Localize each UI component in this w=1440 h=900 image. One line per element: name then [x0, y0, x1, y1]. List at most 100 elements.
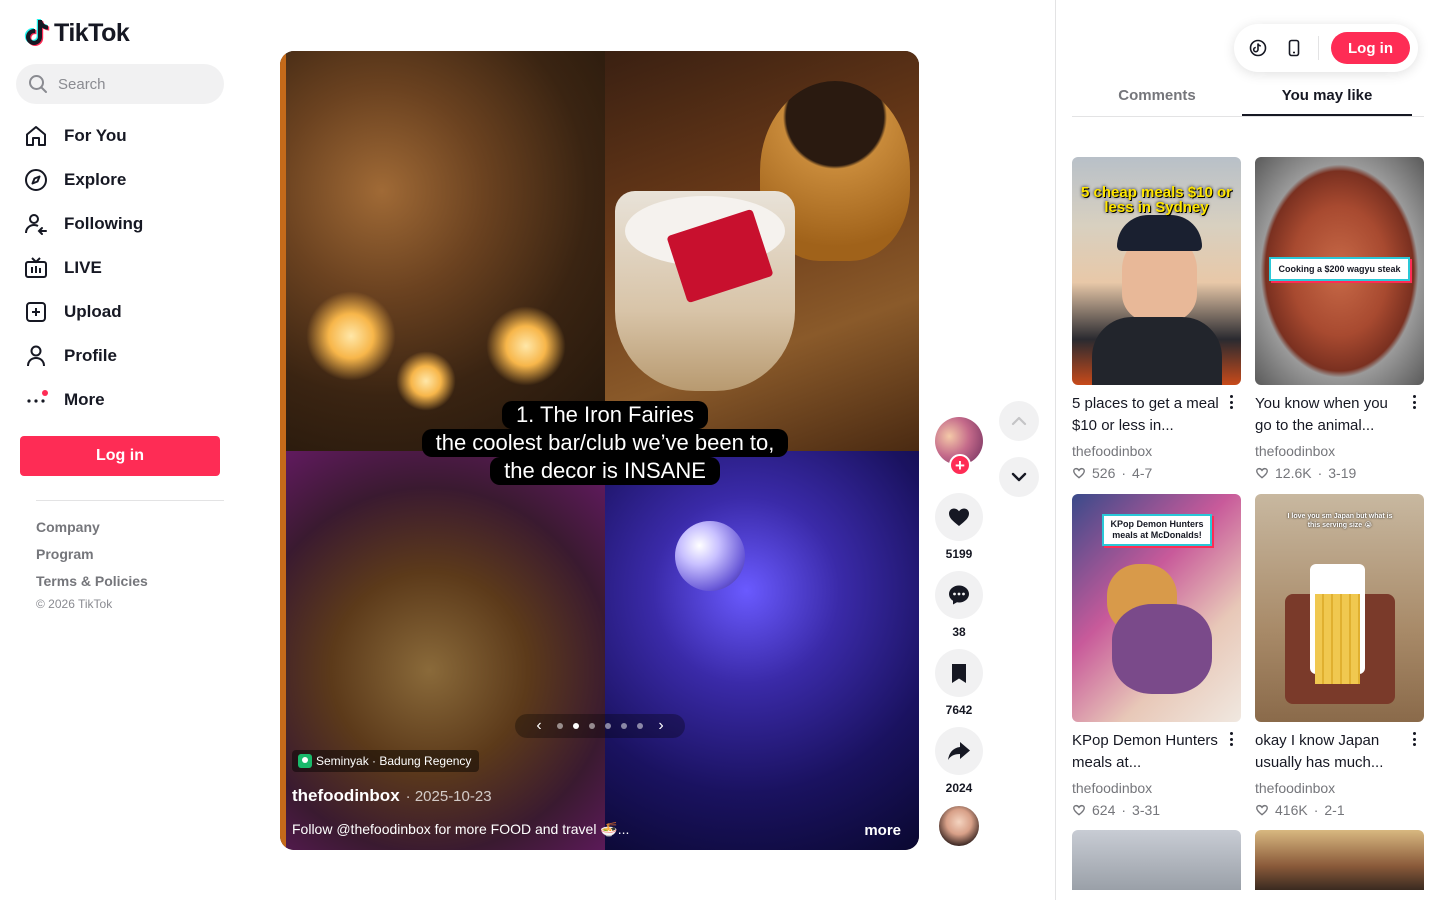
slide-dot[interactable] — [557, 723, 563, 729]
nav-item-profile[interactable]: Profile — [20, 334, 230, 378]
video-card[interactable]: KPop Demon Hunters meals at McDonalds! K… — [1072, 494, 1241, 820]
search-input[interactable] — [58, 75, 208, 93]
share-button[interactable] — [935, 727, 983, 775]
search-bar[interactable] — [16, 64, 224, 104]
thumbnail-caption: I love you sm Japan but what is this ser… — [1287, 513, 1393, 529]
slide-dot[interactable] — [605, 723, 611, 729]
video-player[interactable]: 1. The Iron Fairies the coolest bar/club… — [280, 51, 919, 850]
card-likes: 624 — [1092, 802, 1116, 818]
like-button[interactable] — [935, 493, 983, 541]
header-login-button[interactable]: Log in — [1331, 32, 1410, 64]
card-author[interactable]: thefoodinbox — [1255, 443, 1424, 463]
slide-dot-active[interactable] — [573, 723, 579, 729]
sidebar-divider — [36, 500, 224, 501]
card-title[interactable]: 5 places to get a meal $10 or less in... — [1072, 393, 1222, 437]
caption-line: 1. The Iron Fairies — [501, 401, 709, 429]
card-options-icon[interactable] — [1225, 395, 1237, 409]
bookmark-icon — [952, 664, 966, 683]
card-title-row: okay I know Japan usually has much... — [1255, 730, 1424, 776]
next-video-button[interactable] — [999, 457, 1039, 497]
nav-item-following[interactable]: Following — [20, 202, 230, 246]
card-options-icon[interactable] — [1408, 732, 1420, 746]
follow-button[interactable]: + — [949, 454, 971, 476]
video-card[interactable] — [1255, 830, 1424, 890]
nav-item-explore[interactable]: Explore — [20, 158, 230, 202]
slide-next-icon[interactable]: › — [653, 717, 669, 735]
video-thumbnail[interactable]: KPop Demon Hunters meals at McDonalds! — [1072, 494, 1241, 722]
thumbnail-caption: KPop Demon Hunters meals at McDonalds! — [1102, 514, 1212, 546]
music-avatar[interactable] — [937, 804, 981, 848]
save-count: 7642 — [945, 703, 973, 717]
card-meta: 416K · 2-1 — [1255, 800, 1424, 820]
nav-item-for-you[interactable]: For You — [20, 114, 230, 158]
slide-indicator: ‹ › — [515, 714, 685, 738]
slide-prev-icon[interactable]: ‹ — [531, 717, 547, 735]
video-thumbnail[interactable] — [1255, 830, 1424, 890]
card-author[interactable]: thefoodinbox — [1255, 780, 1424, 800]
sidebar-login-button[interactable]: Log in — [20, 436, 220, 476]
more-icon — [24, 388, 48, 412]
compass-icon — [24, 168, 48, 192]
tab-comments[interactable]: Comments — [1072, 78, 1242, 116]
phone-icon[interactable] — [1282, 36, 1306, 60]
footer-link-program[interactable]: Program — [36, 543, 148, 570]
caption-line: the coolest bar/club we’ve been to, — [421, 429, 789, 457]
nav-label: Following — [64, 214, 144, 233]
share-icon — [948, 742, 970, 760]
video-author[interactable]: thefoodinbox — [292, 786, 400, 806]
video-date: · 2025-10-23 — [405, 788, 492, 805]
comment-count: 38 — [952, 625, 966, 639]
description-more-button[interactable]: more — [864, 822, 901, 839]
card-author[interactable]: thefoodinbox — [1072, 443, 1241, 463]
photo-bar-interior — [286, 51, 605, 451]
video-thumbnail[interactable]: Cooking a $200 wagyu steak — [1255, 157, 1424, 385]
tiktok-logo[interactable]: TikTok — [24, 18, 130, 48]
video-card[interactable] — [1072, 830, 1241, 890]
home-icon — [24, 124, 48, 148]
nav-item-upload[interactable]: Upload — [20, 290, 230, 334]
nav-item-more[interactable]: More — [20, 378, 230, 422]
topbar-divider — [1318, 36, 1319, 60]
card-title-row: KPop Demon Hunters meals at... — [1072, 730, 1241, 776]
main-nav: For You Explore Following LIVE Upload Pr… — [20, 114, 230, 422]
location-text: Seminyak · Badung Regency — [316, 754, 472, 768]
footer-link-terms[interactable]: Terms & Policies — [36, 570, 148, 597]
logo-text: TikTok — [54, 18, 130, 47]
previous-video-button[interactable] — [999, 401, 1039, 441]
upload-icon — [24, 300, 48, 324]
video-thumbnail[interactable] — [1072, 830, 1241, 890]
notification-dot — [42, 390, 48, 396]
video-thumbnail[interactable]: I love you sm Japan but what is this ser… — [1255, 494, 1424, 722]
heart-icon — [949, 508, 969, 526]
share-count: 2024 — [945, 781, 973, 795]
card-options-icon[interactable] — [1225, 732, 1237, 746]
meta-separator: · — [1317, 465, 1323, 481]
card-title[interactable]: You know when you go to the animal... — [1255, 393, 1405, 437]
card-meta: 624 · 3-31 — [1072, 800, 1241, 820]
top-actions: Log in — [1234, 24, 1418, 72]
panel-tabs: Comments You may like — [1072, 78, 1424, 117]
card-likes: 416K — [1275, 802, 1308, 818]
coins-icon[interactable] — [1246, 36, 1270, 60]
location-tag[interactable]: Seminyak · Badung Regency — [292, 750, 480, 772]
profile-icon — [24, 344, 48, 368]
video-card[interactable]: 5 cheap meals $10 or less in Sydney 5 pl… — [1072, 157, 1241, 483]
chevron-down-icon — [1011, 472, 1027, 482]
tab-you-may-like[interactable]: You may like — [1242, 78, 1412, 116]
card-options-icon[interactable] — [1408, 395, 1420, 409]
nav-item-live[interactable]: LIVE — [20, 246, 230, 290]
slide-dot[interactable] — [589, 723, 595, 729]
footer-links: Company Program Terms & Policies — [36, 516, 148, 597]
card-author[interactable]: thefoodinbox — [1072, 780, 1241, 800]
slide-dot[interactable] — [637, 723, 643, 729]
card-title[interactable]: KPop Demon Hunters meals at... — [1072, 730, 1222, 774]
card-title[interactable]: okay I know Japan usually has much... — [1255, 730, 1405, 774]
video-thumbnail[interactable]: 5 cheap meals $10 or less in Sydney — [1072, 157, 1241, 385]
video-card[interactable]: Cooking a $200 wagyu steak You know when… — [1255, 157, 1424, 483]
video-card[interactable]: I love you sm Japan but what is this ser… — [1255, 494, 1424, 820]
footer-link-company[interactable]: Company — [36, 516, 148, 543]
slide-dot[interactable] — [621, 723, 627, 729]
comment-button[interactable] — [935, 571, 983, 619]
save-button[interactable] — [935, 649, 983, 697]
creator-avatar[interactable]: + — [935, 417, 983, 476]
